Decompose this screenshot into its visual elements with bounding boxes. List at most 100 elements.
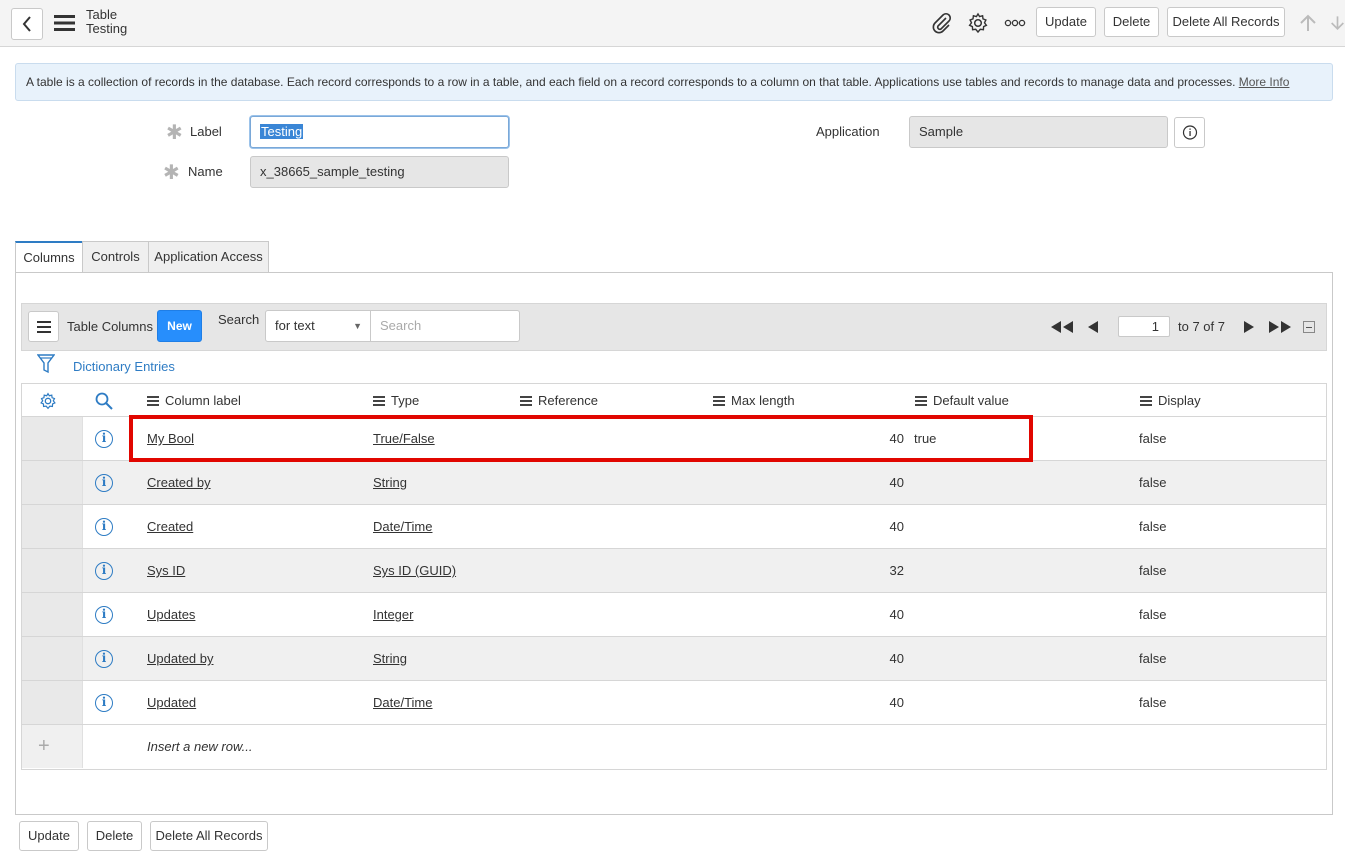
application-field[interactable]: Sample bbox=[909, 116, 1168, 148]
insert-row[interactable]: + Insert a new row... bbox=[22, 725, 1326, 769]
info-icon[interactable]: i bbox=[95, 694, 113, 712]
column-menu-icon[interactable] bbox=[373, 395, 385, 406]
max-length-cell: 40 bbox=[889, 695, 904, 710]
info-icon[interactable]: i bbox=[95, 606, 113, 624]
page-number-input[interactable]: 1 bbox=[1118, 316, 1170, 337]
application-info-button[interactable] bbox=[1174, 117, 1205, 148]
menu-icon bbox=[36, 321, 51, 333]
column-label-link[interactable]: Created by bbox=[147, 475, 211, 490]
info-icon[interactable]: i bbox=[95, 562, 113, 580]
type-link[interactable]: Integer bbox=[373, 607, 413, 622]
column-menu-icon[interactable] bbox=[915, 395, 927, 406]
table-row[interactable]: i Created by String 40 false bbox=[22, 461, 1326, 505]
back-button[interactable] bbox=[11, 8, 43, 40]
type-link[interactable]: Date/Time bbox=[373, 519, 432, 534]
search-icon[interactable] bbox=[94, 391, 114, 411]
table-row[interactable]: i Updated Date/Time 40 false bbox=[22, 681, 1326, 725]
footer-delete-button[interactable]: Delete bbox=[87, 821, 142, 851]
column-header-text: Type bbox=[391, 393, 420, 408]
footer-update-button[interactable]: Update bbox=[19, 821, 79, 851]
type-link[interactable]: String bbox=[373, 651, 407, 666]
name-field-label: Name bbox=[188, 164, 223, 179]
row-checkbox-area[interactable] bbox=[22, 549, 83, 592]
column-menu-icon[interactable] bbox=[713, 395, 725, 406]
footer-delete-all-records-button[interactable]: Delete All Records bbox=[150, 821, 268, 851]
chevron-left-icon bbox=[22, 16, 31, 32]
label-input-value: Testing bbox=[260, 124, 304, 139]
list-menu-button[interactable] bbox=[28, 311, 59, 342]
info-icon[interactable]: i bbox=[95, 650, 113, 668]
table-row[interactable]: i Updated by String 40 false bbox=[22, 637, 1326, 681]
table-row[interactable]: i Sys ID Sys ID (GUID) 32 false bbox=[22, 549, 1326, 593]
column-header-reference[interactable]: Reference bbox=[520, 393, 598, 408]
personalize-list-gear-icon[interactable] bbox=[38, 391, 58, 411]
column-header-text: Reference bbox=[538, 393, 598, 408]
new-button[interactable]: New bbox=[157, 310, 202, 342]
type-link[interactable]: Date/Time bbox=[373, 695, 432, 710]
table-row[interactable]: i Updates Integer 40 false bbox=[22, 593, 1326, 637]
breadcrumb[interactable]: Dictionary Entries bbox=[73, 359, 175, 374]
record-type: Table bbox=[86, 7, 118, 22]
column-menu-icon[interactable] bbox=[1140, 395, 1152, 406]
search-input[interactable]: Search bbox=[370, 310, 520, 342]
search-label: Search bbox=[218, 312, 260, 327]
column-label-link[interactable]: Updates bbox=[147, 607, 195, 622]
list-toolbar: Table Columns New Search for text ▼ Sear… bbox=[21, 303, 1327, 351]
search-mode-select[interactable]: for text ▼ bbox=[265, 310, 371, 342]
delete-all-records-button[interactable]: Delete All Records bbox=[1167, 7, 1285, 37]
row-checkbox-area[interactable] bbox=[22, 417, 83, 460]
display-cell: false bbox=[1139, 651, 1167, 666]
column-label-link[interactable]: Updated bbox=[147, 695, 196, 710]
tab-controls[interactable]: Controls bbox=[82, 241, 149, 273]
name-field[interactable]: x_38665_sample_testing bbox=[250, 156, 509, 188]
info-icon[interactable]: i bbox=[95, 430, 113, 448]
more-options-icon[interactable] bbox=[1004, 15, 1026, 31]
column-header-display[interactable]: Display bbox=[1140, 393, 1201, 408]
column-menu-icon[interactable] bbox=[520, 395, 532, 406]
arrow-down-icon[interactable] bbox=[1330, 12, 1345, 34]
last-page-icon[interactable] bbox=[1267, 319, 1293, 335]
paperclip-icon[interactable] bbox=[930, 11, 954, 35]
type-link[interactable]: Sys ID (GUID) bbox=[373, 563, 456, 578]
gear-icon[interactable] bbox=[966, 11, 990, 35]
row-checkbox-area[interactable] bbox=[22, 593, 83, 636]
search-placeholder: Search bbox=[380, 318, 422, 333]
column-header-default-value[interactable]: Default value bbox=[915, 393, 1009, 408]
label-input[interactable]: Testing bbox=[250, 116, 509, 148]
row-checkbox-area[interactable] bbox=[22, 681, 83, 724]
info-icon[interactable]: i bbox=[95, 474, 113, 492]
search-mode-value: for text bbox=[275, 318, 315, 333]
label-field-label: Label bbox=[190, 124, 222, 139]
next-page-icon[interactable] bbox=[1242, 319, 1256, 335]
info-icon[interactable]: i bbox=[95, 518, 113, 536]
menu-icon[interactable] bbox=[54, 14, 76, 32]
previous-page-icon[interactable] bbox=[1086, 319, 1100, 335]
row-checkbox-area[interactable] bbox=[22, 637, 83, 680]
table-row[interactable]: i Created Date/Time 40 false bbox=[22, 505, 1326, 549]
max-length-cell: 40 bbox=[889, 651, 904, 666]
column-menu-icon[interactable] bbox=[147, 395, 159, 406]
tab-columns[interactable]: Columns bbox=[15, 241, 83, 273]
column-label-link[interactable]: Updated by bbox=[147, 651, 214, 666]
column-label-link[interactable]: Sys ID bbox=[147, 563, 185, 578]
display-cell: false bbox=[1139, 519, 1167, 534]
type-link[interactable]: String bbox=[373, 475, 407, 490]
delete-button[interactable]: Delete bbox=[1104, 7, 1159, 37]
column-label-link[interactable]: Created bbox=[147, 519, 193, 534]
filter-icon[interactable] bbox=[37, 354, 55, 374]
collapse-icon[interactable] bbox=[1303, 321, 1315, 333]
column-header-type[interactable]: Type bbox=[373, 393, 419, 408]
plus-icon[interactable]: + bbox=[38, 735, 50, 758]
first-page-icon[interactable] bbox=[1049, 319, 1075, 335]
insert-row-text[interactable]: Insert a new row... bbox=[147, 739, 253, 754]
max-length-cell: 32 bbox=[889, 563, 904, 578]
column-header-max-length[interactable]: Max length bbox=[713, 393, 795, 408]
more-info-link[interactable]: More Info bbox=[1239, 75, 1290, 89]
column-header-label[interactable]: Column label bbox=[147, 393, 241, 408]
update-button[interactable]: Update bbox=[1036, 7, 1096, 37]
page-range-text: to 7 of 7 bbox=[1178, 319, 1225, 334]
row-checkbox-area[interactable] bbox=[22, 461, 83, 504]
arrow-up-icon[interactable] bbox=[1297, 12, 1319, 34]
tab-application-access[interactable]: Application Access bbox=[148, 241, 269, 273]
row-checkbox-area[interactable] bbox=[22, 505, 83, 548]
